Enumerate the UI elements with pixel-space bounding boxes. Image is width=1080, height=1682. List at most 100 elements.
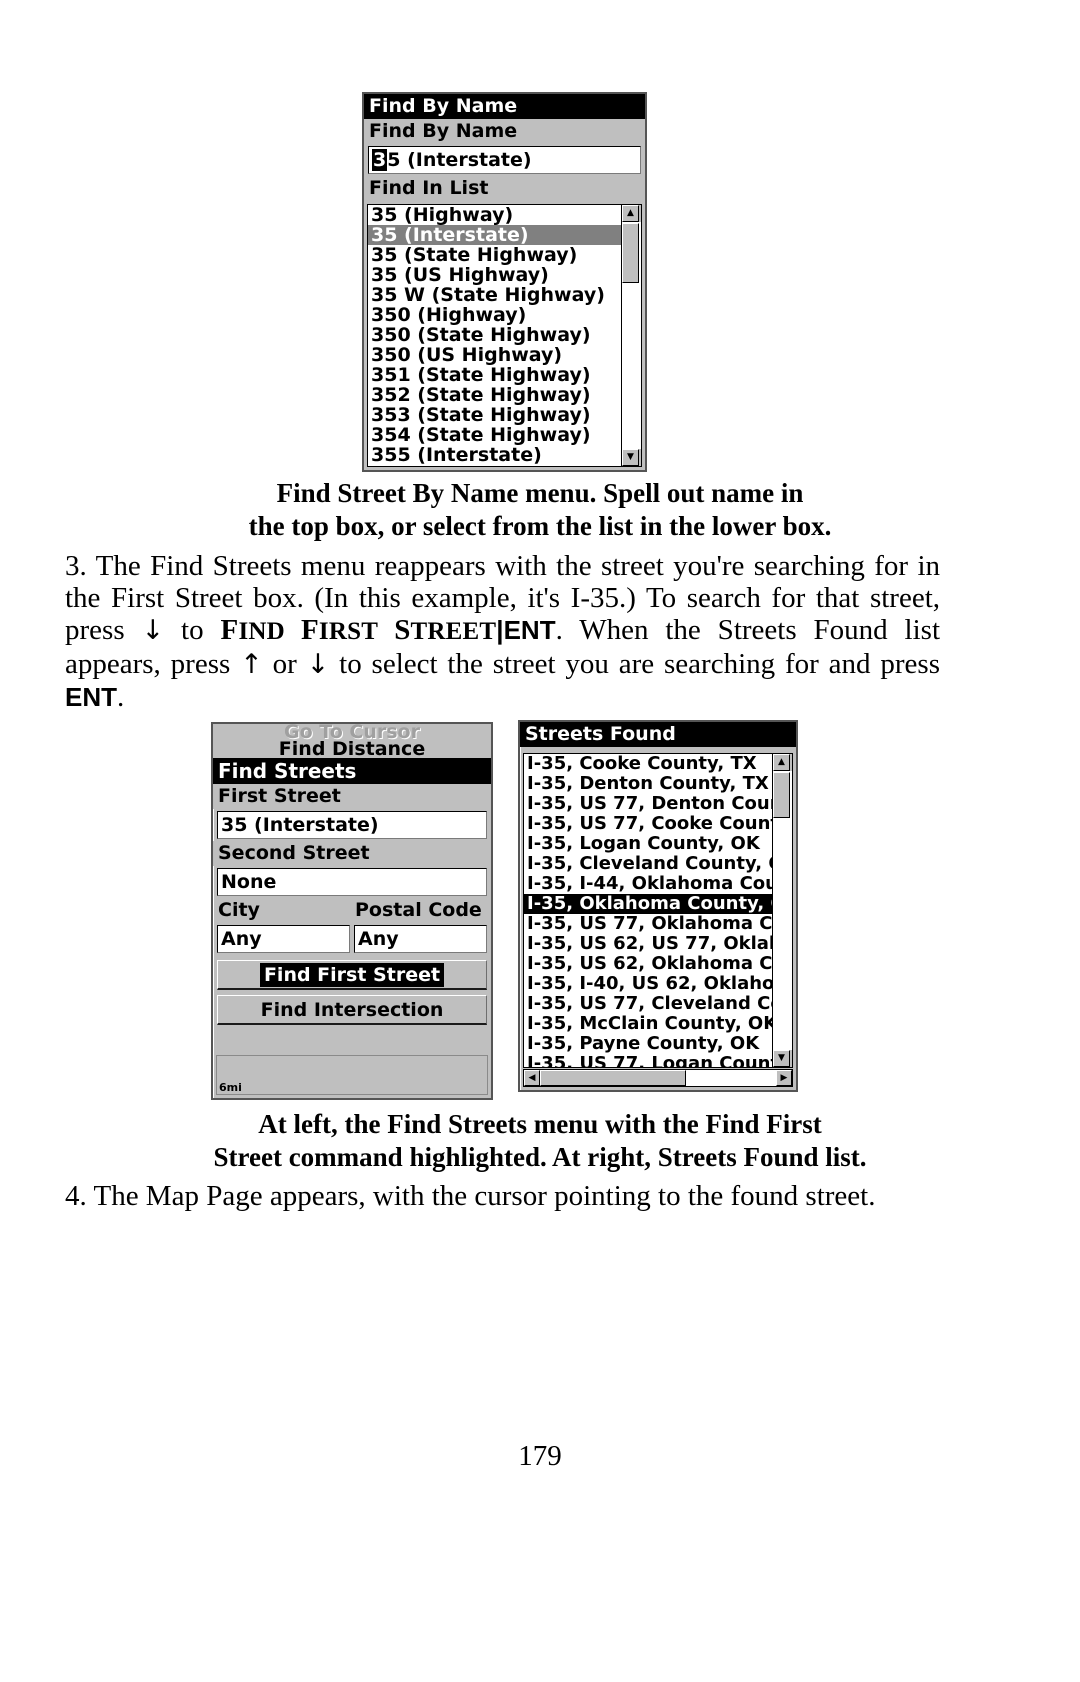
list-item[interactable]: 350 (Highway): [368, 305, 621, 325]
find-first-street-button-label: Find First Street: [259, 962, 445, 987]
list-item[interactable]: I-35, US 77, Logan Count: [524, 1054, 772, 1067]
list-item[interactable]: I-35, Logan County, OK: [524, 834, 772, 854]
list-item[interactable]: 355 (Interstate): [368, 445, 621, 465]
scroll-down-arrow-icon[interactable]: ▼: [622, 449, 639, 466]
list-item[interactable]: 35 (State Highway): [368, 245, 621, 265]
cmd-find-cap: F: [220, 614, 239, 646]
command-ent-2: ENT: [65, 682, 117, 712]
map-preview-strip: 6mi: [216, 1055, 488, 1095]
command-separator: |: [496, 615, 504, 645]
city-postal-row: City Postal Code: [213, 898, 491, 923]
second-street-field[interactable]: None: [217, 868, 487, 896]
scroll-left-arrow-icon[interactable]: ◀: [524, 1070, 540, 1086]
list-item[interactable]: 35 (US Highway): [368, 265, 621, 285]
caption2-line1: At left, the Find Streets menu with the …: [258, 1109, 822, 1139]
arrow-down-icon: ↓: [141, 615, 165, 646]
list-item[interactable]: I-35, US 77, Cooke Count: [524, 814, 772, 834]
cmd-first-rest: IRST: [318, 618, 379, 645]
hscrollbar-thumb[interactable]: [540, 1070, 687, 1086]
scroll-right-arrow-icon[interactable]: ▶: [776, 1070, 792, 1086]
streets-found-horizontal-scrollbar[interactable]: ◀ ▶: [523, 1069, 793, 1087]
paragraph-step-4: 4. The Map Page appears, with the cursor…: [65, 1180, 876, 1212]
streets-found-list-container: I-35, Cooke County, TX I-35, Denton Count…: [523, 753, 793, 1068]
map-scale-label: 6mi: [219, 1081, 242, 1094]
caption1-line2: the top box, or select from the list in …: [248, 511, 832, 541]
menu-item-go-to-cursor: Go To Cursor: [213, 724, 491, 741]
scrollbar-thumb[interactable]: [622, 223, 639, 283]
list-item[interactable]: I-35, US 62, US 77, Oklah: [524, 934, 772, 954]
par3-part6: .: [117, 681, 125, 713]
list-item[interactable]: I-35, Denton County, TX: [524, 774, 772, 794]
caption2-line2: Street command highlighted. At right, St…: [213, 1142, 867, 1172]
find-by-name-section-label: Find By Name: [364, 119, 645, 144]
arrow-down-icon-2: ↓: [306, 649, 330, 680]
streets-found-screenshot: Streets Found I-35, Cooke County, TX I-35…: [518, 720, 798, 1092]
list-item[interactable]: I-35, I-40, US 62, Oklahom: [524, 974, 772, 994]
list-item[interactable]: 351 (State Highway): [368, 365, 621, 385]
list-item[interactable]: 350 (State Highway): [368, 325, 621, 345]
second-street-label: Second Street: [213, 841, 491, 866]
list-item[interactable]: 352 (State Highway): [368, 385, 621, 405]
city-field[interactable]: Any: [217, 925, 350, 953]
list-item[interactable]: 350 (US Highway): [368, 345, 621, 365]
find-in-list-container: 35 (Highway) 35 (Interstate) 35 (State Hig…: [367, 204, 642, 467]
figure2-caption: At left, the Find Streets menu with the …: [0, 1108, 1080, 1174]
list-item[interactable]: I-35, US 77, Denton Coun: [524, 794, 772, 814]
find-by-name-screenshot: Find By Name Find By Name 35 (Interstate…: [362, 92, 647, 472]
list-item[interactable]: 35 (Interstate): [368, 225, 621, 245]
streets-found-vertical-scrollbar[interactable]: ▲ ▼: [772, 754, 792, 1067]
find-by-name-titlebar: Find By Name: [364, 94, 645, 119]
streets-found-list[interactable]: I-35, Cooke County, TX I-35, Denton Count…: [524, 754, 772, 1067]
list-item[interactable]: I-35, Oklahoma County, O: [524, 894, 772, 914]
entry-field-rest: 5 (Interstate): [387, 149, 532, 171]
first-street-label: First Street: [213, 784, 491, 809]
list-item[interactable]: I-35, Cooke County, TX: [524, 754, 772, 774]
list-item[interactable]: 35 (Highway): [368, 205, 621, 225]
find-intersection-button[interactable]: Find Intersection: [217, 995, 487, 1025]
find-first-street-button[interactable]: Find First Street: [217, 960, 487, 990]
list-item[interactable]: I-35, US 77, Oklahoma Co: [524, 914, 772, 934]
city-postal-fields-row: Any Any: [213, 923, 491, 955]
scroll-up-arrow-icon[interactable]: ▲: [773, 754, 790, 771]
first-street-field[interactable]: 35 (Interstate): [217, 811, 487, 839]
streets-found-titlebar: Streets Found: [520, 722, 796, 747]
par3-part5: to select the street you are searching f…: [329, 648, 940, 680]
text-caret: 3: [372, 149, 388, 171]
find-in-list-label: Find In List: [364, 176, 645, 201]
city-label: City: [217, 898, 350, 923]
cmd-street-rest: TREET: [410, 618, 497, 645]
list-item[interactable]: I-35, McClain County, OK: [524, 1014, 772, 1034]
command-find-first-street: FIND FIRST STREET: [221, 614, 497, 646]
find-in-list[interactable]: 35 (Highway) 35 (Interstate) 35 (State Hig…: [368, 205, 621, 466]
postal-code-field[interactable]: Any: [354, 925, 487, 953]
list-item[interactable]: I-35, US 62, Oklahoma Co: [524, 954, 772, 974]
hscrollbar-track[interactable]: [540, 1070, 776, 1086]
scroll-up-arrow-icon[interactable]: ▲: [622, 205, 639, 222]
postal-code-label: Postal Code: [354, 898, 487, 923]
find-intersection-button-label: Find Intersection: [260, 998, 444, 1021]
list-item[interactable]: I-35, Payne County, OK: [524, 1034, 772, 1054]
find-by-name-entry-field[interactable]: 35 (Interstate): [368, 146, 641, 174]
figure1-caption: Find Street By Name menu. Spell out name…: [0, 477, 1080, 543]
menu-item-find-streets-highlighted[interactable]: Find Streets: [213, 758, 491, 784]
paragraph-step-3: 3. The Find Streets menu reappears with …: [65, 550, 940, 713]
cmd-street-cap: S: [394, 614, 411, 646]
caption1-line1: Find Street By Name menu. Spell out name…: [276, 478, 804, 508]
par3-part2: to: [164, 614, 221, 646]
list-item[interactable]: I-35, US 77, Cleveland Co: [524, 994, 772, 1014]
arrow-up-icon: ↑: [240, 649, 263, 680]
scrollbar-thumb[interactable]: [773, 772, 790, 818]
menu-item-find-distance: Find Distance: [213, 741, 491, 758]
command-ent: ENT: [503, 615, 556, 645]
par3-part4: or: [262, 648, 307, 680]
list-item[interactable]: I-35, I-44, Oklahoma Coun: [524, 874, 772, 894]
list-item[interactable]: 354 (State Highway): [368, 425, 621, 445]
find-in-list-vertical-scrollbar[interactable]: ▲ ▼: [621, 205, 641, 466]
scroll-down-arrow-icon[interactable]: ▼: [773, 1050, 790, 1067]
page-number: 179: [518, 1440, 562, 1472]
list-item[interactable]: 35 W (State Highway): [368, 285, 621, 305]
list-item[interactable]: I-35, Cleveland County, O: [524, 854, 772, 874]
list-item[interactable]: 353 (State Highway): [368, 405, 621, 425]
cmd-find-rest: IND: [238, 618, 285, 645]
cmd-first-cap: F: [300, 614, 319, 646]
